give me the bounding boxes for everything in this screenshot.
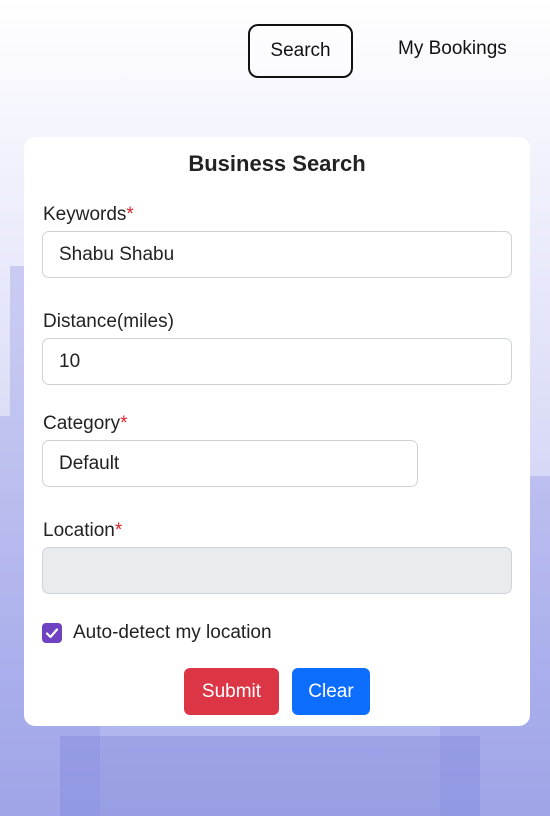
distance-input[interactable] bbox=[42, 338, 512, 385]
keywords-label: Keywords* bbox=[43, 204, 134, 225]
top-nav: Search My Bookings bbox=[0, 0, 550, 100]
required-marker: * bbox=[126, 204, 134, 225]
required-marker: * bbox=[120, 413, 128, 434]
submit-button[interactable]: Submit bbox=[184, 668, 279, 715]
keywords-input[interactable] bbox=[42, 231, 512, 278]
location-label: Location* bbox=[43, 520, 123, 541]
auto-detect-label: Auto-detect my location bbox=[73, 622, 272, 643]
nav-my-bookings-link[interactable]: My Bookings bbox=[386, 24, 519, 74]
category-select[interactable] bbox=[42, 440, 418, 487]
checkmark-icon bbox=[45, 628, 59, 639]
form-title: Business Search bbox=[188, 151, 366, 176]
auto-detect-row: Auto-detect my location bbox=[42, 622, 272, 644]
location-input[interactable] bbox=[42, 547, 512, 594]
category-label: Category* bbox=[43, 413, 128, 434]
nav-search-button[interactable]: Search bbox=[248, 24, 353, 78]
clear-button[interactable]: Clear bbox=[292, 668, 370, 715]
distance-label: Distance(miles) bbox=[43, 311, 174, 332]
required-marker: * bbox=[114, 520, 123, 541]
auto-detect-checkbox[interactable] bbox=[42, 623, 62, 643]
business-search-card: Business Search Keywords* Distance(miles… bbox=[24, 137, 530, 726]
